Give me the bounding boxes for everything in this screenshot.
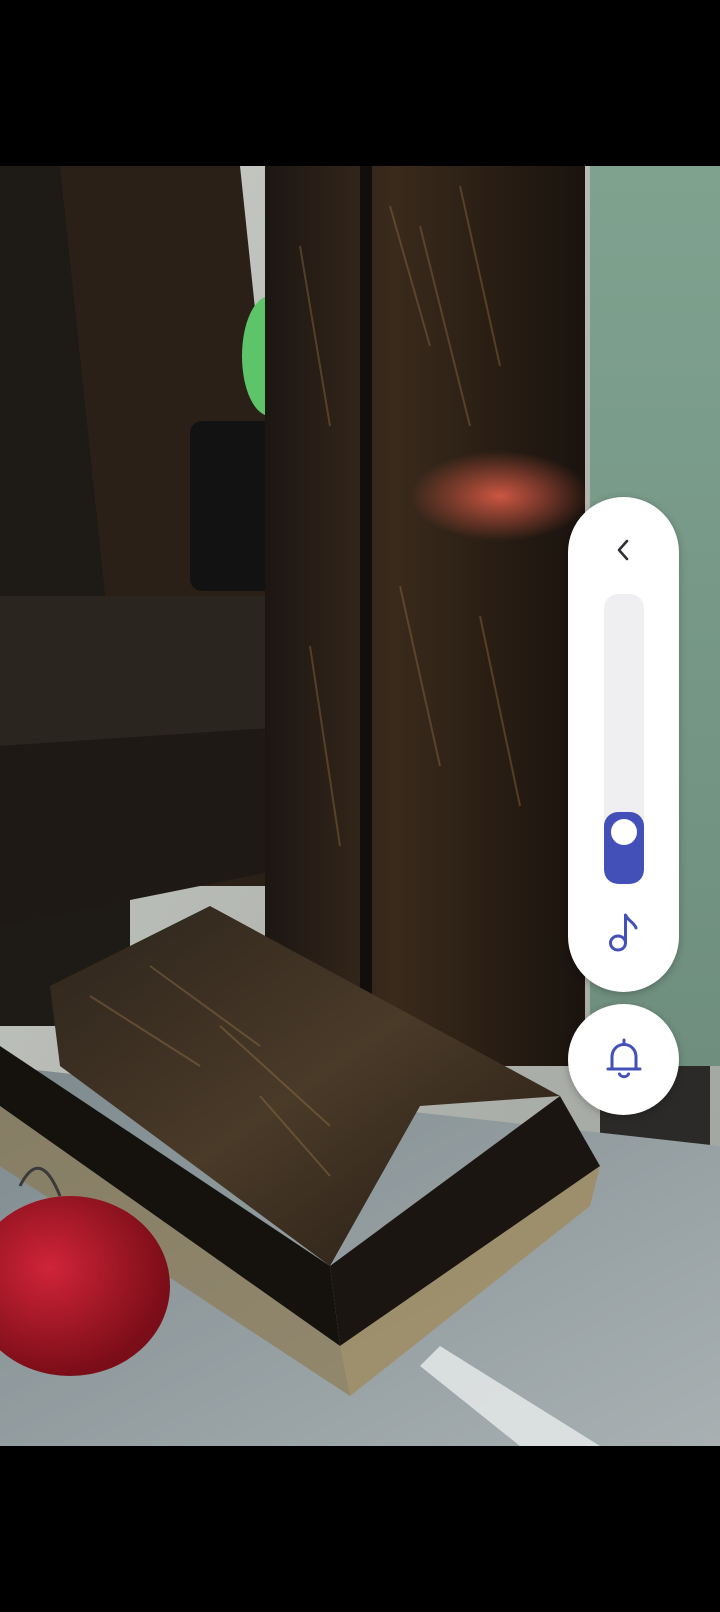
volume-panel xyxy=(568,497,679,992)
collapse-button[interactable] xyxy=(598,525,648,575)
music-note-icon xyxy=(609,913,638,952)
volume-slider[interactable] xyxy=(604,594,644,884)
volume-slider-fill xyxy=(604,812,644,884)
ringer-mode-button[interactable] xyxy=(568,1004,679,1115)
chevron-left-icon xyxy=(617,539,629,561)
bell-icon xyxy=(606,1038,641,1078)
media-stream-button[interactable] xyxy=(601,907,647,957)
volume-slider-thumb[interactable] xyxy=(611,819,637,845)
screen xyxy=(0,0,720,1612)
